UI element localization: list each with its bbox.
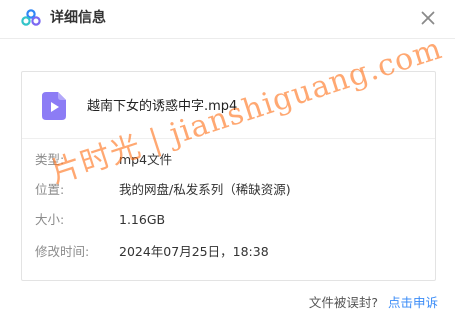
video-file-icon	[42, 92, 66, 120]
detail-label: 修改时间:	[35, 244, 90, 259]
file-name: 越南下女的诱惑中字.mp4	[87, 99, 238, 114]
misblocked-question: 文件被误封?	[308, 295, 378, 310]
file-info-card: 越南下女的诱惑中字.mp4 类型: mp4文件 位置: 我的网盘/私发系列（稀缺…	[21, 71, 436, 281]
detail-value: 1.16GB	[119, 212, 166, 227]
detail-row-size: 大小: 1.16GB	[22, 210, 435, 230]
dialog-title: 详细信息	[50, 10, 106, 26]
detail-label: 大小:	[35, 212, 65, 227]
dialog-header: 详细信息	[0, 0, 455, 39]
detail-value: 2024年07月25日，18:38	[119, 244, 269, 259]
file-details-dialog: 详细信息 越南下女的诱惑中字.mp4 类型: mp4文件 位置: 我的网盘/私发…	[0, 0, 455, 328]
detail-row-location: 位置: 我的网盘/私发系列（稀缺资源)	[22, 180, 435, 200]
detail-value: mp4文件	[119, 152, 173, 167]
close-icon[interactable]	[419, 9, 437, 27]
dialog-footer: 文件被误封? 点击申诉	[309, 294, 438, 312]
file-row: 越南下女的诱惑中字.mp4	[22, 72, 435, 139]
detail-label: 类型:	[35, 152, 65, 167]
detail-label: 位置:	[35, 182, 65, 197]
detail-row-type: 类型: mp4文件	[22, 150, 435, 170]
appeal-link[interactable]: 点击申诉	[388, 295, 438, 310]
cloud-logo-icon	[21, 9, 41, 26]
detail-value: 我的网盘/私发系列（稀缺资源)	[119, 182, 291, 197]
detail-row-modified: 修改时间: 2024年07月25日，18:38	[22, 242, 435, 262]
